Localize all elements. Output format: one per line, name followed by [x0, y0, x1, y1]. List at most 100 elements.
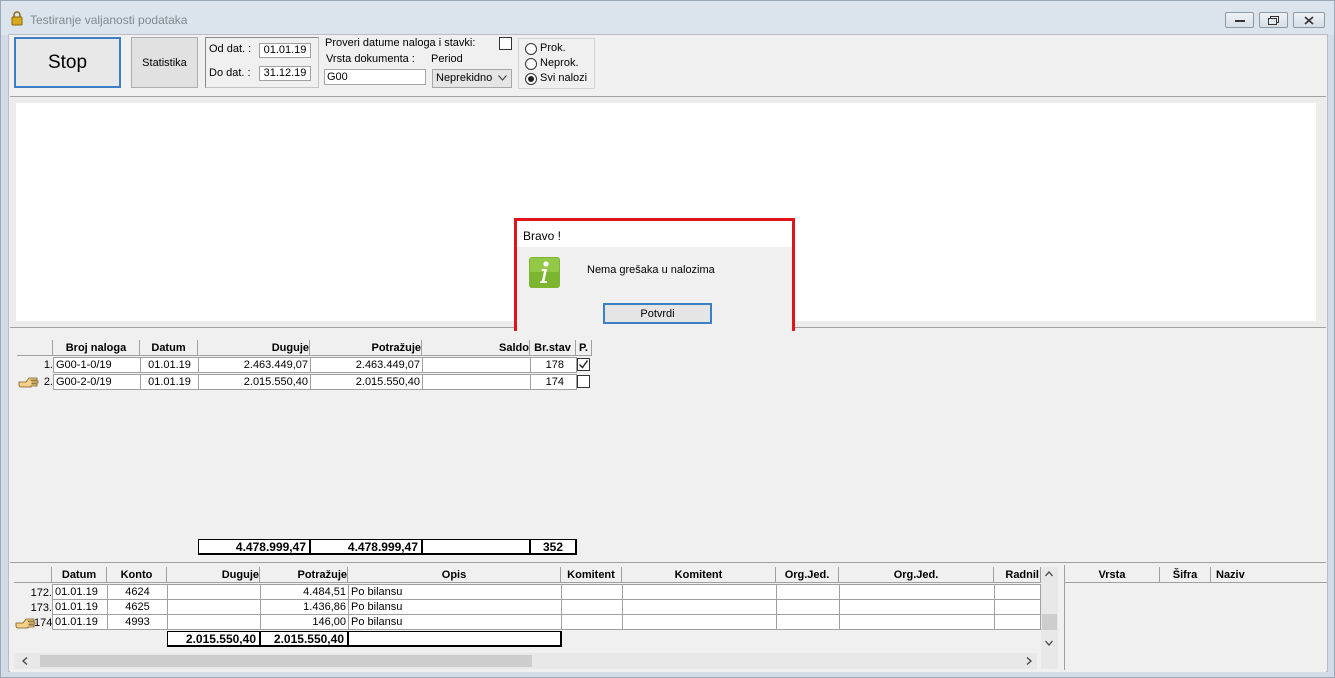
table-cell[interactable] — [561, 599, 623, 615]
row-number: 174. — [34, 617, 56, 629]
table-cell[interactable]: 01.01.19 — [140, 374, 199, 390]
table-cell[interactable]: 01.01.19 — [140, 357, 199, 373]
proveri-checkbox[interactable] — [499, 37, 512, 50]
minimize-button[interactable] — [1225, 12, 1254, 28]
col-header-vrsta[interactable]: Vrsta — [1065, 567, 1160, 583]
chevron-down-icon — [498, 75, 507, 81]
chevron-down-icon — [1045, 640, 1053, 646]
table-cell[interactable]: 2.463.449,07 — [310, 357, 423, 373]
total-duguje: 2.015.550,40 — [167, 631, 261, 647]
vertical-scrollbar[interactable] — [1041, 567, 1058, 669]
table-cell[interactable]: G00-2-0/19 — [53, 374, 141, 390]
dialog-message: Nema grešaka u nalozima — [587, 264, 715, 276]
vrsta-dokumenta-label: Vrsta dokumenta : — [326, 53, 415, 65]
col-header-duguje[interactable]: Duguje — [198, 340, 310, 356]
vrsta-dokumenta-input[interactable]: G00 — [324, 69, 426, 85]
col-header-komitent-sifra[interactable]: Komitent — [561, 567, 622, 583]
table-cell[interactable]: G00-1-0/19 — [53, 357, 141, 373]
do-dat-label: Do dat. : — [209, 67, 251, 79]
table-cell[interactable] — [167, 614, 261, 630]
col-header-duguje[interactable]: Duguje — [167, 567, 260, 583]
table-cell[interactable] — [776, 614, 840, 630]
table-cell[interactable]: 174 — [530, 374, 577, 390]
nalozi-filter-group: Prok. Neprok. Svi nalozi — [518, 38, 595, 89]
table-cell[interactable]: Po bilansu — [348, 614, 562, 630]
row-number: 172. — [30, 587, 52, 599]
table-cell[interactable]: 1.436,86 — [260, 599, 349, 615]
potvrdi-button[interactable]: Potvrdi — [603, 303, 712, 324]
horizontal-scroll-thumb[interactable] — [40, 655, 532, 667]
table-cell[interactable] — [994, 584, 1041, 600]
stop-button[interactable]: Stop — [14, 37, 121, 88]
col-header-radnik[interactable]: Radnil — [994, 567, 1041, 583]
total-potrazuje: 2.015.550,40 — [260, 631, 349, 647]
col-header-org-jed-naziv[interactable]: Org.Jed. — [839, 567, 994, 583]
row-number: 2. — [43, 376, 53, 388]
table-cell[interactable]: 01.01.19 — [52, 599, 108, 615]
col-header-naziv[interactable]: Naziv — [1211, 567, 1327, 583]
table-cell[interactable]: 2.015.550,40 — [310, 374, 423, 390]
table-cell[interactable] — [994, 599, 1041, 615]
col-header-konto[interactable]: Konto — [107, 567, 167, 583]
table-cell[interactable] — [561, 614, 623, 630]
row-number-header — [14, 567, 52, 583]
table-cell[interactable] — [839, 584, 995, 600]
restore-icon — [1267, 15, 1279, 25]
table-cell[interactable]: Po bilansu — [348, 599, 562, 615]
table-cell[interactable] — [776, 584, 840, 600]
period-select[interactable]: Neprekidno — [432, 69, 512, 88]
table-cell[interactable] — [776, 599, 840, 615]
statistika-button[interactable]: Statistika — [131, 37, 198, 88]
radio-svi-nalozi[interactable] — [525, 73, 537, 85]
od-dat-input[interactable]: 01.01.19 — [259, 43, 311, 58]
dialog-body: Nema grešaka u nalozima Potvrdi — [517, 247, 792, 338]
col-header-sifra[interactable]: Šifra — [1160, 567, 1211, 583]
horizontal-scrollbar[interactable] — [14, 653, 1037, 669]
table-cell[interactable]: 01.01.19 — [52, 614, 108, 630]
window-title: Testiranje valjanosti podataka — [30, 13, 188, 27]
col-header-datum[interactable]: Datum — [140, 340, 198, 356]
table-cell[interactable]: 4625 — [107, 599, 168, 615]
table-cell[interactable] — [422, 374, 531, 390]
col-header-opis[interactable]: Opis — [348, 567, 561, 583]
posted-checkbox[interactable] — [577, 358, 590, 371]
table-cell[interactable] — [622, 584, 777, 600]
radio-prok[interactable] — [525, 43, 537, 55]
col-header-potrazuje[interactable]: Potražuje — [260, 567, 348, 583]
table-cell[interactable] — [561, 584, 623, 600]
close-button[interactable] — [1293, 12, 1325, 28]
table-cell[interactable] — [622, 599, 777, 615]
col-header-potrazuje[interactable]: Potražuje — [310, 340, 422, 356]
table-cell[interactable] — [422, 357, 531, 373]
table-cell[interactable]: 4993 — [107, 614, 168, 630]
col-header-br-stav[interactable]: Br.stav — [530, 340, 576, 356]
table-cell[interactable]: Po bilansu — [348, 584, 562, 600]
col-header-org-jed-sifra[interactable]: Org.Jed. — [776, 567, 839, 583]
table-cell[interactable] — [622, 614, 777, 630]
table-cell[interactable] — [167, 584, 261, 600]
od-dat-label: Od dat. : — [209, 43, 252, 55]
posted-checkbox[interactable] — [577, 375, 590, 388]
table-cell[interactable] — [839, 599, 995, 615]
table-cell[interactable]: 178 — [530, 357, 577, 373]
table-cell[interactable]: 146,00 — [260, 614, 349, 630]
do-dat-input[interactable]: 31.12.19 — [259, 66, 311, 81]
col-header-broj-naloga[interactable]: Broj naloga — [53, 340, 140, 356]
table-cell[interactable]: 01.01.19 — [52, 584, 108, 600]
table-cell[interactable] — [167, 599, 261, 615]
table-cell[interactable]: 4624 — [107, 584, 168, 600]
restore-button[interactable] — [1259, 12, 1288, 28]
message-panel: Bravo ! Nema grešaka u nalozima Potvrdi — [10, 96, 1326, 341]
table-cell[interactable]: 2.015.550,40 — [198, 374, 311, 390]
table-cell[interactable]: 4.484,51 — [260, 584, 349, 600]
radio-neprok[interactable] — [525, 58, 537, 70]
col-header-komitent-naziv[interactable]: Komitent — [622, 567, 776, 583]
table-cell[interactable] — [994, 614, 1041, 630]
table-cell[interactable] — [839, 614, 995, 630]
col-header-datum[interactable]: Datum — [52, 567, 107, 583]
col-header-saldo[interactable]: Saldo — [422, 340, 530, 356]
vertical-scroll-thumb[interactable] — [1042, 614, 1057, 630]
table-cell[interactable]: 2.463.449,07 — [198, 357, 311, 373]
radio-svi-nalozi-label: Svi nalozi — [540, 72, 588, 84]
col-header-p[interactable]: P. — [576, 340, 592, 356]
